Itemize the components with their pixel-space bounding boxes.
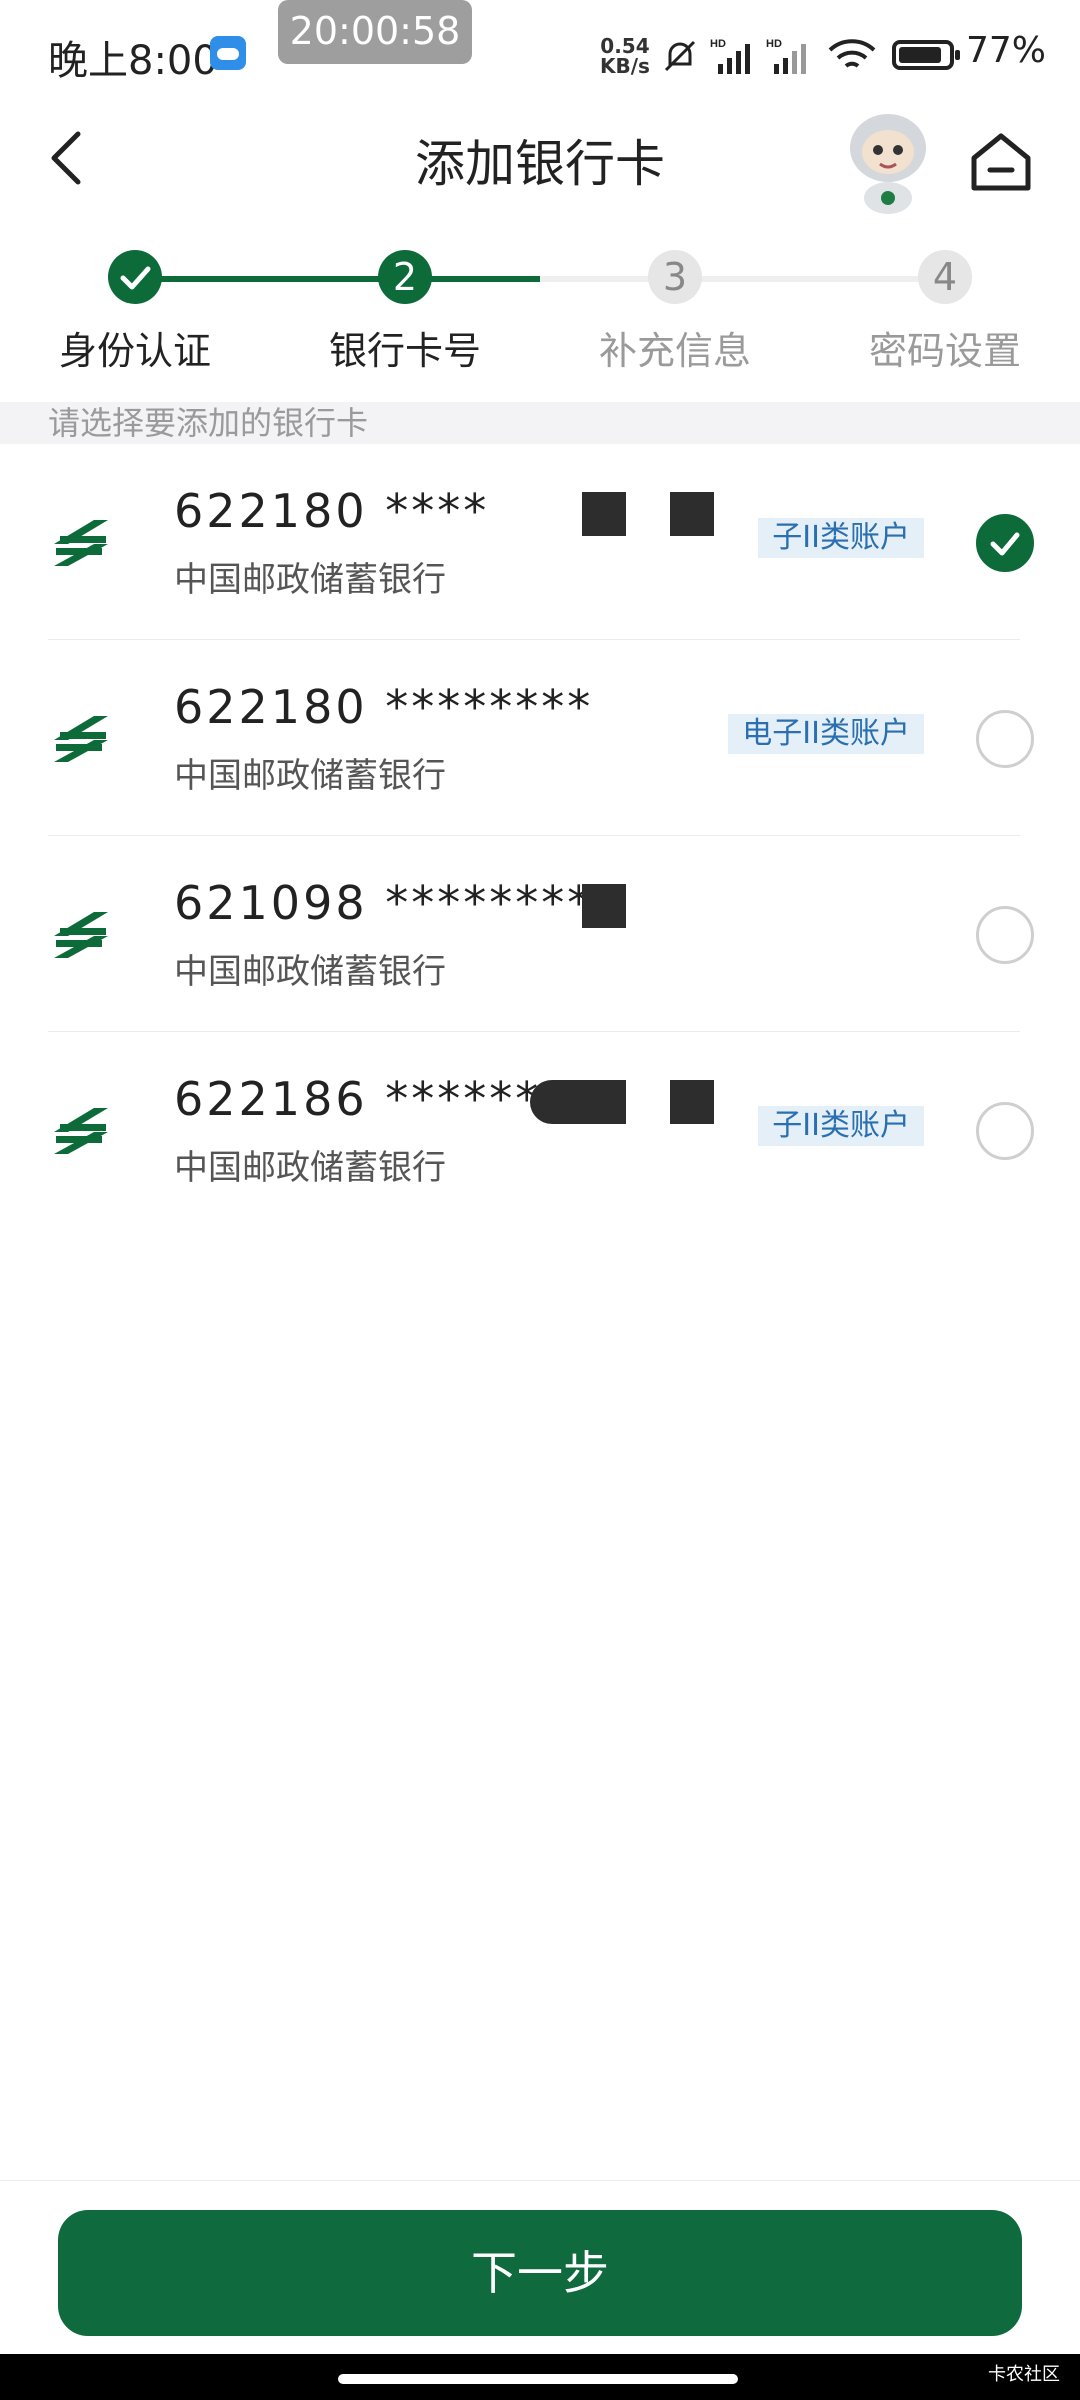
battery-icon	[892, 40, 960, 70]
step-identity: 身份认证	[0, 250, 270, 375]
step-extra-info: 3 补充信息	[540, 250, 810, 375]
signal-icon: HD	[710, 38, 750, 74]
cloud-icon	[210, 36, 246, 70]
redaction-mark	[530, 1080, 626, 1124]
section-prompt: 请选择要添加的银行卡	[48, 404, 369, 442]
step-1-indicator	[108, 250, 162, 304]
svg-text:HD: HD	[710, 38, 726, 50]
step-3-indicator: 3	[648, 250, 702, 304]
next-step-button[interactable]: 下一步	[58, 2210, 1022, 2336]
bank-name: 中国邮政储蓄银行	[174, 1148, 446, 1188]
navigation-bar: 添加银行卡	[0, 100, 1080, 220]
bottom-divider	[0, 2180, 1080, 2181]
postal-savings-logo-icon	[54, 912, 108, 958]
postal-savings-logo-icon	[54, 520, 108, 566]
card-number: 622180 ********	[174, 680, 594, 734]
card-number: 622186 *******	[174, 1072, 568, 1126]
bank-name: 中国邮政储蓄银行	[174, 756, 446, 796]
network-speed-unit: KB/s	[600, 54, 650, 78]
bell-muted-icon	[664, 40, 696, 72]
account-type-tag: 子II类账户	[758, 518, 924, 558]
step-3-label: 补充信息	[598, 329, 751, 373]
screen-recording-timer[interactable]: 20:00:58	[278, 0, 472, 64]
card-row[interactable]: 622186 ******* 中国邮政储蓄银行 子II类账户	[0, 1032, 1080, 1228]
card-row[interactable]: 621098 ******** 中国邮政储蓄银行	[0, 836, 1080, 1032]
home-icon	[971, 133, 1031, 191]
account-type-tag: 子II类账户	[758, 1106, 924, 1146]
step-1-label: 身份认证	[58, 329, 211, 373]
status-bar: 晚上8:00 20:00:58 0.54 KB/s HD HD 77%	[0, 0, 1080, 100]
card-list: 622180 **** 中国邮政储蓄银行 子II类账户 622180 *****…	[0, 444, 1080, 1228]
network-speed-value: 0.54	[600, 34, 650, 58]
robot-mascot-icon[interactable]	[838, 106, 938, 216]
wifi-icon	[828, 39, 876, 68]
card-number: 622180 ****	[174, 484, 490, 538]
bank-name: 中国邮政储蓄银行	[174, 952, 446, 992]
card-select-radio[interactable]	[976, 906, 1034, 964]
account-type-tag: 电子II类账户	[728, 714, 924, 754]
step-2-label: 银行卡号	[328, 329, 481, 373]
home-button[interactable]	[966, 128, 1036, 194]
check-icon	[990, 532, 1020, 556]
signal-icon-2: HD	[766, 38, 806, 74]
postal-savings-logo-icon	[54, 716, 108, 762]
home-indicator[interactable]	[338, 2374, 738, 2384]
card-row[interactable]: 622180 ******** 中国邮政储蓄银行 电子II类账户	[0, 640, 1080, 836]
bank-name: 中国邮政储蓄银行	[174, 560, 446, 600]
redaction-mark	[670, 1080, 714, 1124]
card-row[interactable]: 622180 **** 中国邮政储蓄银行 子II类账户	[0, 444, 1080, 640]
step-4-label: 密码设置	[868, 329, 1021, 373]
card-select-radio[interactable]	[976, 710, 1034, 768]
battery-percent: 77%	[966, 30, 1047, 71]
section-header: 请选择要添加的银行卡	[0, 402, 1080, 444]
card-select-radio[interactable]	[976, 514, 1034, 572]
status-time: 晚上8:00	[48, 38, 218, 84]
postal-savings-logo-icon	[54, 1108, 108, 1154]
gesture-navigation-bar	[0, 2354, 1080, 2400]
card-number: 621098 ********	[174, 876, 594, 930]
redaction-mark	[582, 492, 626, 536]
progress-stepper: 身份认证 2 银行卡号 3 补充信息 4 密码设置	[0, 250, 1080, 373]
redaction-mark	[670, 492, 714, 536]
step-card-number: 2 银行卡号	[270, 250, 540, 375]
svg-text:HD: HD	[766, 38, 782, 50]
check-icon	[120, 266, 151, 290]
step-2-indicator: 2	[378, 250, 432, 304]
watermark: 卡农社区	[988, 2364, 1060, 2385]
card-select-radio[interactable]	[976, 1102, 1034, 1160]
redaction-mark	[582, 884, 626, 928]
step-password: 4 密码设置	[810, 250, 1080, 375]
network-speed: 0.54 KB/s	[600, 36, 650, 76]
step-4-indicator: 4	[918, 250, 972, 304]
status-icons: HD HD	[660, 32, 960, 76]
